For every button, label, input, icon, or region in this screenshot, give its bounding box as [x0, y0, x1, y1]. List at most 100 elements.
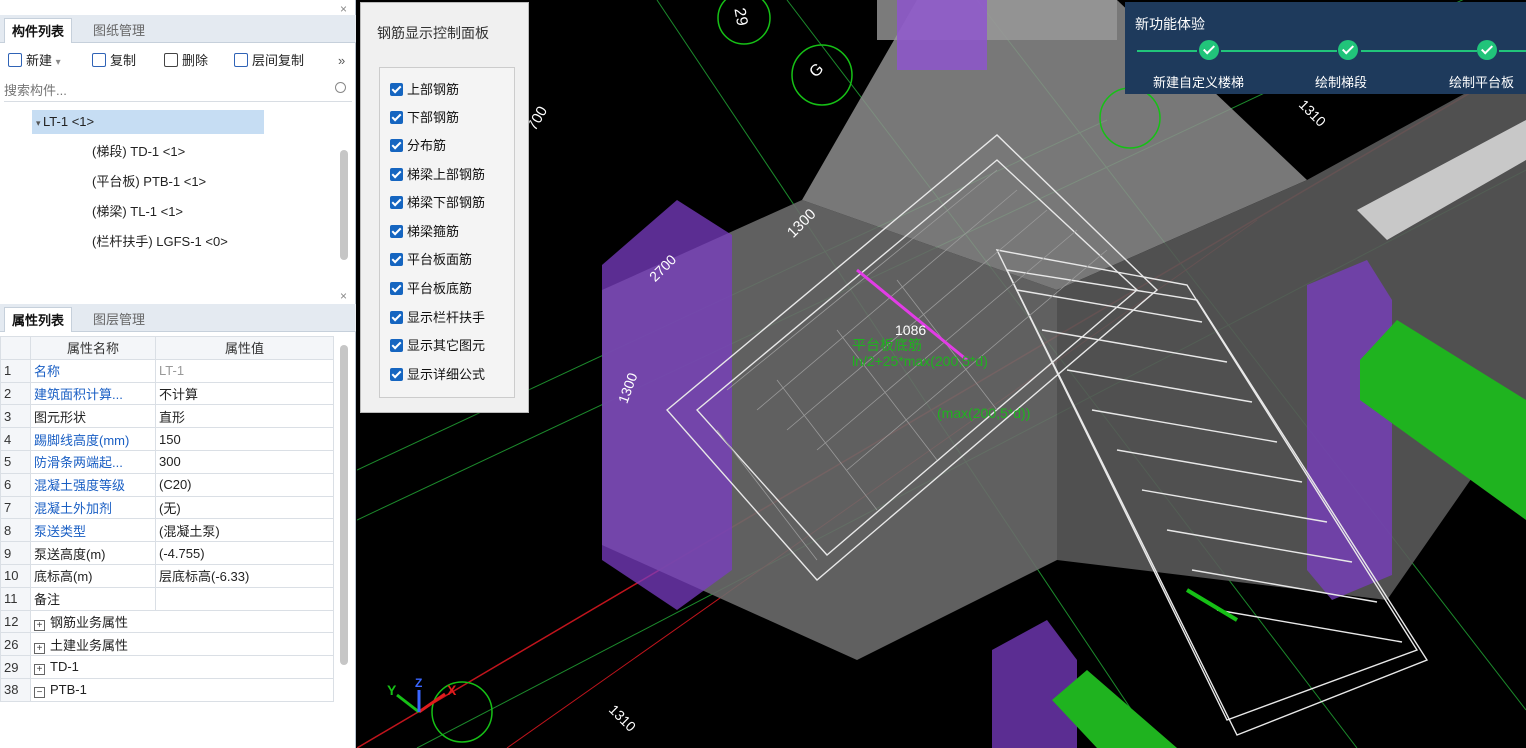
delete-button[interactable]: 删除 — [164, 51, 208, 71]
tree-item-td1[interactable]: (梯段) TD-1 <1> — [92, 140, 185, 164]
property-value[interactable]: LT-1 — [155, 358, 334, 383]
checkbox-label: 梯梁下部钢筋 — [407, 195, 486, 210]
property-group[interactable]: − PTB-1 — [30, 677, 334, 702]
tree-item-ptb1[interactable]: (平台板) PTB-1 <1> — [92, 170, 206, 194]
table-row[interactable]: 7 混凝土外加剂 (无) — [0, 495, 334, 520]
checkbox-icon[interactable] — [390, 339, 403, 352]
property-value[interactable] — [155, 586, 334, 611]
property-value[interactable]: 300 — [155, 449, 334, 474]
table-row[interactable]: 12 + 钢筋业务属性 — [0, 609, 334, 634]
table-row[interactable]: 4 踢脚线高度(mm) 150 — [0, 427, 334, 451]
step-label[interactable]: 绘制平台板 — [1449, 72, 1514, 91]
floor-copy-button[interactable]: 层间复制 — [234, 51, 304, 71]
property-name: 图元形状 — [30, 404, 156, 429]
property-value[interactable]: 不计算 — [155, 381, 334, 406]
close-icon[interactable]: × — [340, 289, 347, 303]
checkbox-icon[interactable] — [390, 111, 403, 124]
property-group[interactable]: + 土建业务属性 — [30, 632, 334, 657]
new-feature-title: 新功能体验 — [1135, 16, 1205, 32]
expand-plus-icon[interactable]: + — [34, 664, 45, 676]
checkbox-icon[interactable] — [390, 368, 403, 381]
checkbox-beam-bottom-rebar[interactable]: 梯梁下部钢筋 — [390, 193, 485, 213]
table-row[interactable]: 2 建筑面积计算... 不计算 — [0, 381, 334, 406]
checkbox-icon[interactable] — [390, 225, 403, 238]
formula-label: 平台板底筋 — [852, 337, 922, 353]
collapse-minus-icon[interactable]: − — [34, 686, 45, 698]
checkbox-label: 梯梁上部钢筋 — [407, 167, 486, 182]
tab-component-list[interactable]: 构件列表 — [4, 18, 73, 43]
expand-plus-icon[interactable]: + — [34, 642, 45, 654]
row-num: 26 — [0, 632, 31, 657]
table-row[interactable]: 5 防滑条两端起... 300 — [0, 449, 334, 474]
table-row[interactable]: 6 混凝土强度等级 (C20) — [0, 472, 334, 497]
checkbox-platform-bottom-rebar[interactable]: 平台板底筋 — [390, 279, 472, 299]
tree-item-lt1[interactable]: ▾ LT-1 <1> — [32, 110, 264, 134]
row-num: 4 — [0, 427, 31, 451]
checkbox-distribution-rebar[interactable]: 分布筋 — [390, 136, 446, 156]
tree-scrollbar[interactable] — [340, 150, 348, 260]
tab-property-list[interactable]: 属性列表 — [4, 307, 73, 332]
checkbox-beam-stirrup[interactable]: 梯梁箍筋 — [390, 222, 459, 242]
table-row[interactable]: 9 泵送高度(m) (-4.755) — [0, 541, 334, 565]
new-button[interactable]: 新建 ▾ — [8, 51, 61, 71]
table-row[interactable]: 8 泵送类型 (混凝土泵) — [0, 518, 334, 543]
3d-viewport[interactable]: 1310 1300 2700 1300 1310 700 29 G 1086 平… — [357, 0, 1526, 748]
property-value[interactable]: (混凝土泵) — [155, 518, 334, 543]
checkbox-icon[interactable] — [390, 83, 403, 96]
expand-arrow-icon[interactable]: ▾ — [36, 118, 43, 128]
progress-line — [1361, 50, 1477, 52]
more-button[interactable]: » — [338, 51, 345, 71]
checkbox-icon[interactable] — [390, 196, 403, 209]
table-row[interactable]: 11 备注 — [0, 586, 334, 611]
column-right — [1307, 260, 1392, 600]
expand-plus-icon[interactable]: + — [34, 619, 45, 631]
table-row[interactable]: 3 图元形状 直形 — [0, 404, 334, 429]
checkbox-top-rebar[interactable]: 上部钢筋 — [390, 80, 459, 100]
component-tabbar: 构件列表 图纸管理 — [0, 15, 356, 43]
checkbox-icon[interactable] — [390, 282, 403, 295]
step-complete-icon[interactable] — [1477, 40, 1497, 60]
search-input[interactable] — [4, 80, 324, 100]
property-group[interactable]: + TD-1 — [30, 655, 334, 679]
checkbox-beam-top-rebar[interactable]: 梯梁上部钢筋 — [390, 165, 485, 185]
close-icon[interactable]: × — [340, 2, 347, 16]
tab-layer-management[interactable]: 图层管理 — [86, 307, 152, 332]
step-complete-icon[interactable] — [1199, 40, 1219, 60]
property-value[interactable]: (-4.755) — [155, 541, 334, 565]
property-scrollbar[interactable] — [340, 345, 348, 665]
property-value[interactable]: (无) — [155, 495, 334, 520]
checkbox-show-railing[interactable]: 显示栏杆扶手 — [390, 308, 485, 328]
axis-tag-label: 29 — [730, 6, 751, 28]
checkbox-icon[interactable] — [390, 139, 403, 152]
delete-label: 删除 — [182, 53, 209, 68]
property-group[interactable]: + 钢筋业务属性 — [30, 609, 334, 634]
tree-item-lgfs1[interactable]: (栏杆扶手) LGFS-1 <0> — [92, 230, 228, 254]
table-row[interactable]: 26 + 土建业务属性 — [0, 632, 334, 657]
step-label[interactable]: 绘制梯段 — [1315, 72, 1367, 91]
checkbox-platform-top-rebar[interactable]: 平台板面筋 — [390, 250, 472, 270]
property-value[interactable]: 层底标高(-6.33) — [155, 563, 334, 588]
tab-drawing-management[interactable]: 图纸管理 — [86, 18, 152, 43]
checkbox-icon[interactable] — [390, 253, 403, 266]
checkbox-show-detailed-formula[interactable]: 显示详细公式 — [390, 365, 485, 385]
property-value[interactable]: 150 — [155, 427, 334, 451]
checkbox-show-other-elements[interactable]: 显示其它图元 — [390, 336, 485, 356]
table-row[interactable]: 1 名称 LT-1 — [0, 358, 334, 383]
checkbox-bottom-rebar[interactable]: 下部钢筋 — [390, 108, 459, 128]
table-row[interactable]: 29 + TD-1 — [0, 655, 334, 679]
property-value[interactable]: 直形 — [155, 404, 334, 429]
property-value[interactable]: (C20) — [155, 472, 334, 497]
property-name: 泵送类型 — [30, 518, 156, 543]
checkbox-icon[interactable] — [390, 168, 403, 181]
table-row[interactable]: 10 底标高(m) 层底标高(-6.33) — [0, 563, 334, 588]
copy-button[interactable]: 复制 — [92, 51, 136, 71]
checkbox-icon[interactable] — [390, 311, 403, 324]
chevron-down-icon[interactable]: ▾ — [56, 57, 61, 68]
tree-item-tl1[interactable]: (梯梁) TL-1 <1> — [92, 200, 183, 224]
step-complete-icon[interactable] — [1338, 40, 1358, 60]
row-num: 10 — [0, 563, 31, 588]
step-label[interactable]: 新建自定义楼梯 — [1153, 72, 1244, 91]
axis-x-label: X — [447, 682, 457, 698]
table-row[interactable]: 38− PTB-1 — [0, 677, 334, 702]
search-icon[interactable] — [335, 82, 346, 93]
